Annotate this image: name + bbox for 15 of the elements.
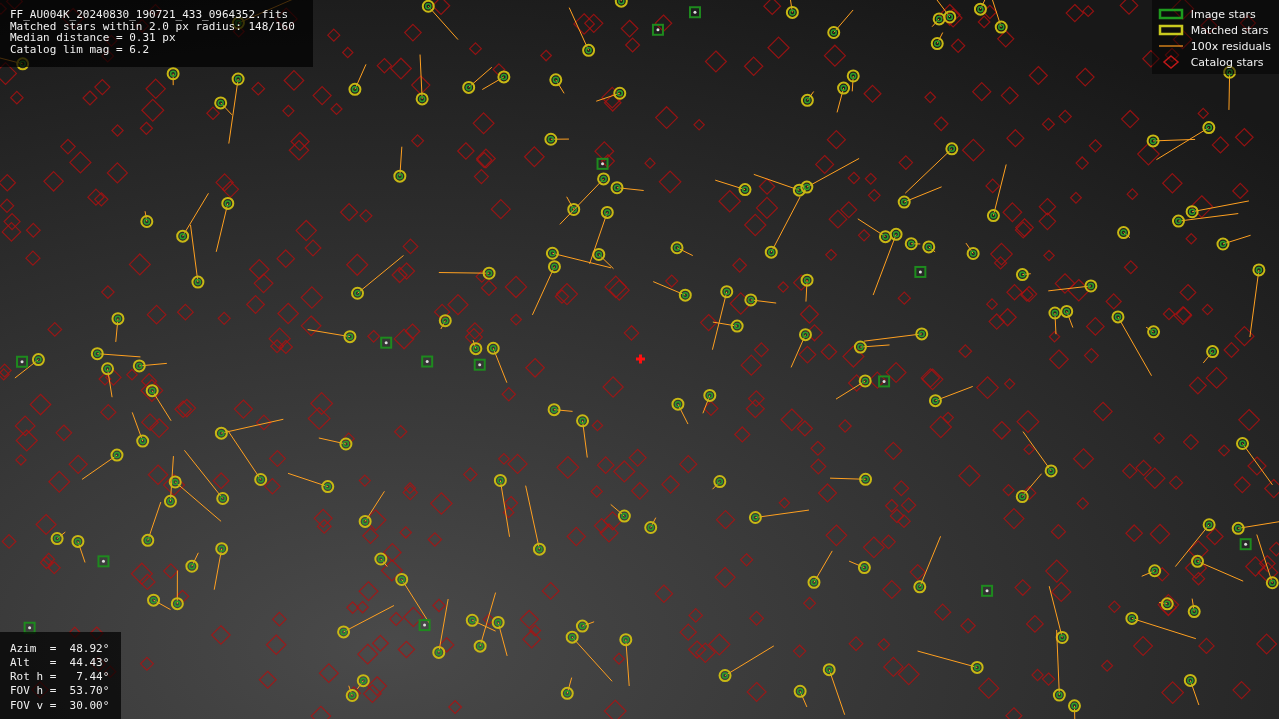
legend-label: Matched stars	[1190, 23, 1269, 37]
info-text: Rot h = 7.44°	[10, 670, 110, 685]
info-text: Matched stars within 2.0 px radius: 148/160	[10, 20, 295, 33]
info-text: Median distance = 0.31 px	[10, 32, 176, 44]
matched-marker-icon	[1157, 23, 1184, 37]
legend-label: Image stars	[1190, 7, 1256, 21]
info-text: Azim = 48.92°	[10, 641, 110, 656]
info-text: FOV v = 30.00°	[10, 698, 110, 713]
info-text: FOV h = 53.70°	[10, 684, 110, 699]
legend-label: 100x residuals	[1190, 39, 1271, 53]
info-text: FF_AU004K_20240830_190721_433_0964352.fits	[10, 9, 290, 21]
info-text: Catalog lim mag = 6.2	[10, 43, 151, 56]
info-text: Alt = 44.43°	[10, 655, 110, 671]
legend-label: Catalog stars	[1190, 55, 1264, 69]
image-marker-icon	[1157, 7, 1184, 21]
